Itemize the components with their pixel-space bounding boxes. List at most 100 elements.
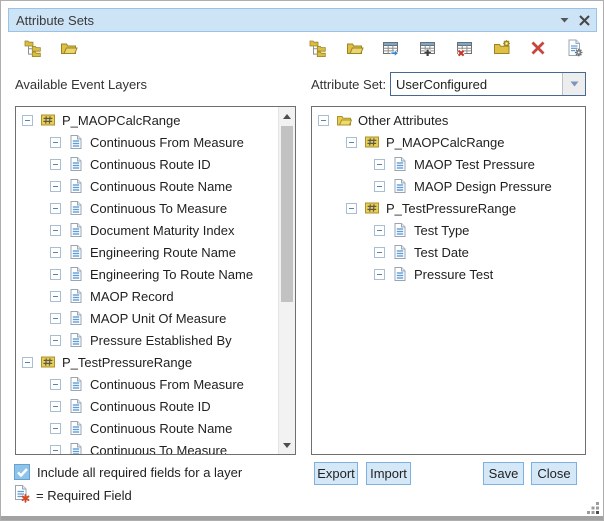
add-attribute-tree-icon[interactable]: [307, 37, 329, 59]
tree-item-label: Document Maturity Index: [90, 223, 235, 238]
collapse-toggle-icon[interactable]: [50, 203, 61, 214]
open-folder-icon[interactable]: [58, 37, 80, 59]
collapse-toggle-icon[interactable]: [50, 335, 61, 346]
save-button[interactable]: Save: [483, 462, 524, 485]
add-event-layer-tree-icon[interactable]: [22, 37, 44, 59]
field-icon: [68, 420, 84, 436]
resize-grip[interactable]: [586, 501, 600, 515]
field-icon: [68, 310, 84, 326]
field-icon: [68, 376, 84, 392]
tree-item-p-maopcalcrange[interactable]: P_MAOPCalcRange: [312, 131, 585, 153]
window-bottom-edge: [1, 516, 603, 520]
collapse-toggle-icon[interactable]: [50, 269, 61, 280]
tree-item-label: Continuous From Measure: [90, 135, 244, 150]
tree-item-continuous-route-id[interactable]: Continuous Route ID: [16, 153, 278, 175]
collapse-caret-icon[interactable]: [554, 10, 574, 30]
add-table-icon[interactable]: [417, 37, 439, 59]
tree-item-continuous-to-measure[interactable]: Continuous To Measure: [16, 197, 278, 219]
collapse-toggle-icon[interactable]: [50, 401, 61, 412]
tree-item-pressure-test[interactable]: Pressure Test: [312, 263, 585, 285]
tree-item-continuous-route-id[interactable]: Continuous Route ID: [16, 395, 278, 417]
export-table-icon[interactable]: [380, 37, 402, 59]
tree-item-label: P_MAOPCalcRange: [62, 113, 181, 128]
close-icon[interactable]: [574, 10, 594, 30]
collapse-toggle-icon[interactable]: [22, 115, 33, 126]
field-icon: [392, 222, 408, 238]
dropdown-arrow-button[interactable]: [562, 73, 585, 95]
tree-item-maop-record[interactable]: MAOP Record: [16, 285, 278, 307]
tree-item-test-type[interactable]: Test Type: [312, 219, 585, 241]
tree-item-label: Engineering Route Name: [90, 245, 236, 260]
folder-icon: [336, 112, 352, 128]
field-icon: [68, 156, 84, 172]
collapse-toggle-icon[interactable]: [50, 225, 61, 236]
tree-item-label: Continuous From Measure: [90, 377, 244, 392]
collapse-toggle-icon[interactable]: [374, 269, 385, 280]
required-field-label: = Required Field: [36, 488, 132, 503]
collapse-toggle-icon[interactable]: [318, 115, 329, 126]
tree-item-label: Continuous Route Name: [90, 421, 232, 436]
collapse-toggle-icon[interactable]: [374, 247, 385, 258]
tree-item-test-date[interactable]: Test Date: [312, 241, 585, 263]
toolbar: [1, 35, 604, 63]
include-required-fields-checkbox[interactable]: [14, 464, 30, 480]
tree-item-pressure-established-by[interactable]: Pressure Established By: [16, 329, 278, 351]
tree-item-p-testpressurerange[interactable]: P_TestPressureRange: [312, 197, 585, 219]
tree-item-document-maturity-index[interactable]: Document Maturity Index: [16, 219, 278, 241]
field-icon: [68, 332, 84, 348]
field-icon: [392, 244, 408, 260]
attribute-set-dropdown[interactable]: UserConfigured: [390, 72, 586, 96]
collapse-toggle-icon[interactable]: [374, 225, 385, 236]
collapse-toggle-icon[interactable]: [346, 203, 357, 214]
document-settings-icon[interactable]: [564, 37, 586, 59]
collapse-toggle-icon[interactable]: [50, 423, 61, 434]
collapse-toggle-icon[interactable]: [50, 291, 61, 302]
field-icon: [68, 200, 84, 216]
collapse-toggle-icon[interactable]: [374, 159, 385, 170]
attribute-set-label: Attribute Set:: [311, 77, 386, 92]
remove-table-icon[interactable]: [454, 37, 476, 59]
collapse-toggle-icon[interactable]: [50, 379, 61, 390]
vertical-scrollbar[interactable]: [278, 107, 295, 454]
tree-item-label: Continuous To Measure: [90, 443, 227, 455]
scroll-up-icon[interactable]: [279, 108, 295, 124]
collapse-toggle-icon[interactable]: [50, 181, 61, 192]
collapse-toggle-icon[interactable]: [50, 445, 61, 455]
import-button[interactable]: Import: [366, 462, 411, 485]
tree-item-continuous-from-measure[interactable]: Continuous From Measure: [16, 131, 278, 153]
tree-item-label: MAOP Design Pressure: [414, 179, 552, 194]
tree-item-continuous-to-measure[interactable]: Continuous To Measure: [16, 439, 278, 454]
collapse-toggle-icon[interactable]: [22, 357, 33, 368]
tree-item-maop-test-pressure[interactable]: MAOP Test Pressure: [312, 153, 585, 175]
collapse-toggle-icon[interactable]: [50, 137, 61, 148]
tree-item-maop-unit-of-measure[interactable]: MAOP Unit Of Measure: [16, 307, 278, 329]
collapse-toggle-icon[interactable]: [50, 159, 61, 170]
field-icon: [68, 134, 84, 150]
export-button[interactable]: Export: [314, 462, 358, 485]
delete-icon[interactable]: [527, 37, 549, 59]
open-attribute-set-folder-icon[interactable]: [344, 37, 366, 59]
attribute-set-tree: Other Attributes P_MAOPCalcRange MAOP Test…: [311, 106, 586, 455]
collapse-toggle-icon[interactable]: [346, 137, 357, 148]
field-icon: [68, 288, 84, 304]
collapse-toggle-icon[interactable]: [50, 313, 61, 324]
tree-item-p-maopcalcrange[interactable]: P_MAOPCalcRange: [16, 109, 278, 131]
tree-item-p-testpressurerange[interactable]: P_TestPressureRange: [16, 351, 278, 373]
tree-item-continuous-route-name[interactable]: Continuous Route Name: [16, 175, 278, 197]
tree-item-other-attributes[interactable]: Other Attributes: [312, 109, 585, 131]
tree-item-continuous-from-measure[interactable]: Continuous From Measure: [16, 373, 278, 395]
scrollbar-thumb[interactable]: [281, 126, 293, 302]
required-field-icon: [13, 484, 31, 503]
collapse-toggle-icon[interactable]: [374, 181, 385, 192]
tree-item-engineering-route-name[interactable]: Engineering Route Name: [16, 241, 278, 263]
tree-item-label: MAOP Unit Of Measure: [90, 311, 226, 326]
close-button[interactable]: Close: [531, 462, 577, 485]
tree-item-continuous-route-name[interactable]: Continuous Route Name: [16, 417, 278, 439]
tree-item-label: Test Type: [414, 223, 469, 238]
tree-item-engineering-to-route-name[interactable]: Engineering To Route Name: [16, 263, 278, 285]
new-attribute-set-folder-icon[interactable]: [491, 37, 513, 59]
collapse-toggle-icon[interactable]: [50, 247, 61, 258]
scroll-down-icon[interactable]: [279, 437, 295, 453]
tree-item-maop-design-pressure[interactable]: MAOP Design Pressure: [312, 175, 585, 197]
tree-item-label: P_MAOPCalcRange: [386, 135, 505, 150]
